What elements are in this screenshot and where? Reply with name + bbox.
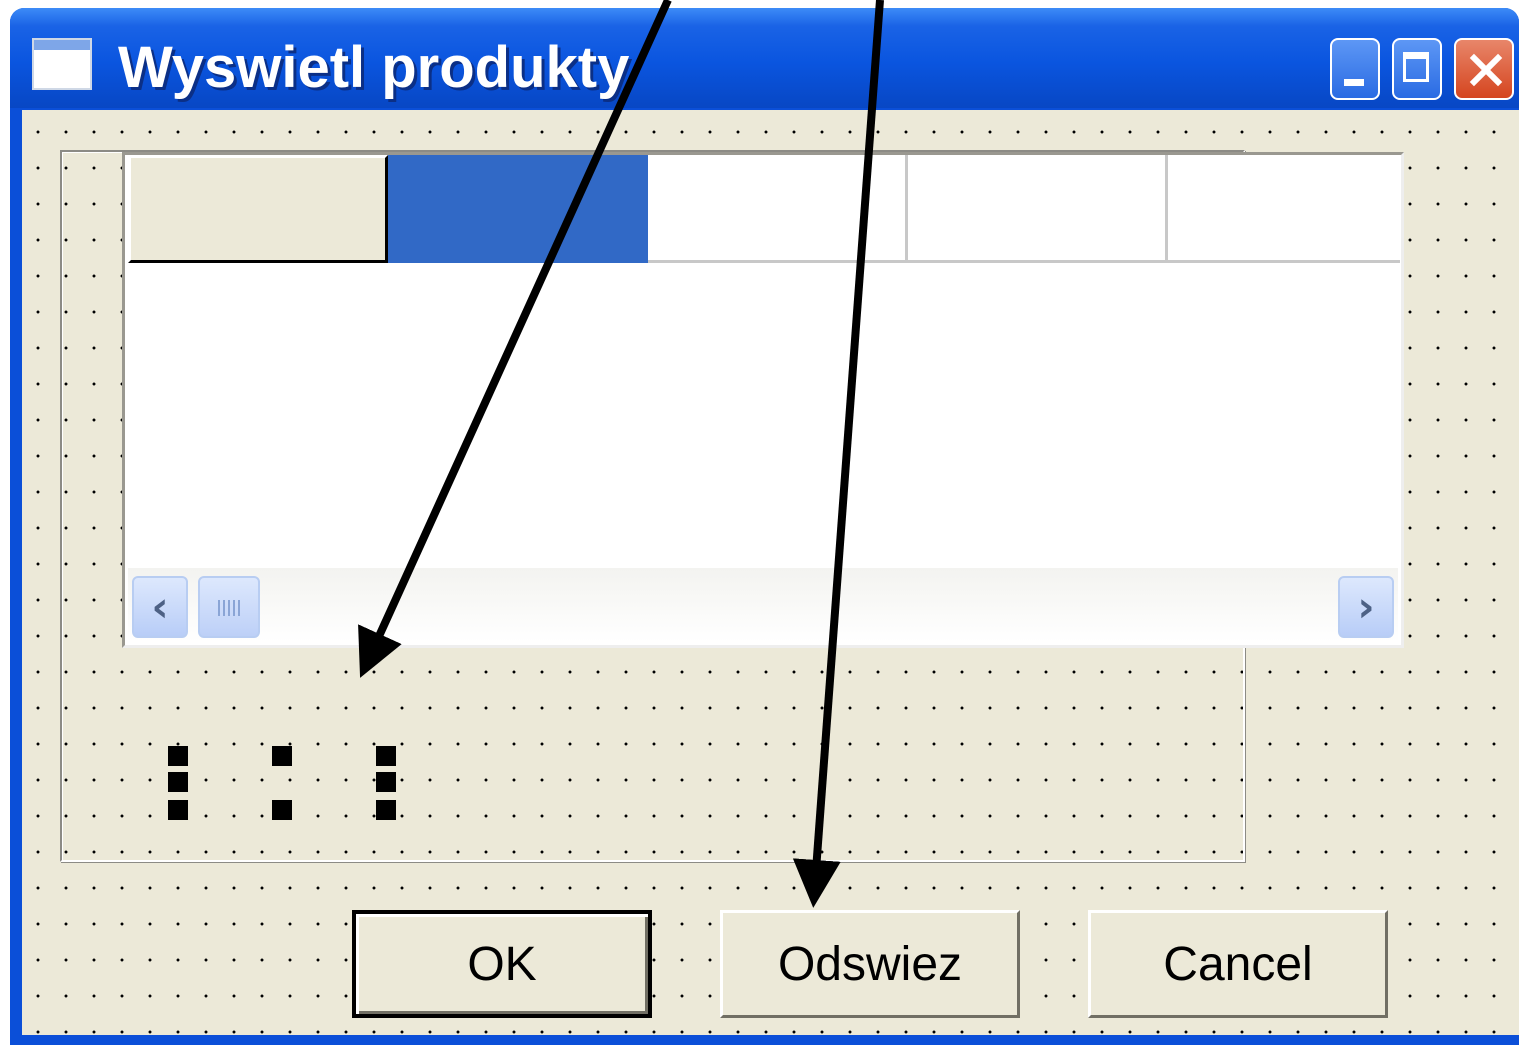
grid-column-header-selected[interactable] [388, 155, 648, 263]
dialog-client-area: ‹ › OK Odswiez Cancel [22, 110, 1519, 1035]
selection-handle[interactable] [272, 746, 292, 766]
grid-column-header[interactable] [648, 155, 908, 263]
window-app-icon [32, 38, 92, 90]
scrollbar-thumb[interactable] [198, 576, 260, 638]
title-bar[interactable]: Wyswietl produkty [10, 8, 1519, 108]
ok-button[interactable]: OK [352, 910, 652, 1018]
grid-column-header[interactable] [908, 155, 1168, 263]
close-icon[interactable] [1454, 38, 1514, 100]
window-title: Wyswietl produkty [118, 35, 630, 100]
selection-handle[interactable] [272, 800, 292, 820]
selection-handle[interactable] [376, 772, 396, 792]
grid-header-row [128, 155, 1400, 263]
data-grid[interactable]: ‹ › [122, 152, 1404, 648]
selection-handle[interactable] [168, 772, 188, 792]
maximize-icon[interactable] [1392, 38, 1442, 100]
selection-handle[interactable] [168, 800, 188, 820]
selection-handle[interactable] [168, 746, 188, 766]
cancel-button[interactable]: Cancel [1088, 910, 1388, 1018]
scroll-left-icon[interactable]: ‹ [132, 576, 188, 638]
grid-column-header[interactable] [1168, 155, 1400, 263]
grid-row-header-cell[interactable] [128, 155, 388, 263]
scroll-right-icon[interactable]: › [1338, 576, 1394, 638]
selection-handle[interactable] [376, 800, 396, 820]
selection-handle[interactable] [376, 746, 396, 766]
refresh-button[interactable]: Odswiez [720, 910, 1020, 1018]
app-window: Wyswietl produkty ‹ › OK Odswiez Cancel [10, 8, 1519, 1045]
minimize-icon[interactable] [1330, 38, 1380, 100]
horizontal-scrollbar[interactable]: ‹ › [128, 568, 1398, 642]
